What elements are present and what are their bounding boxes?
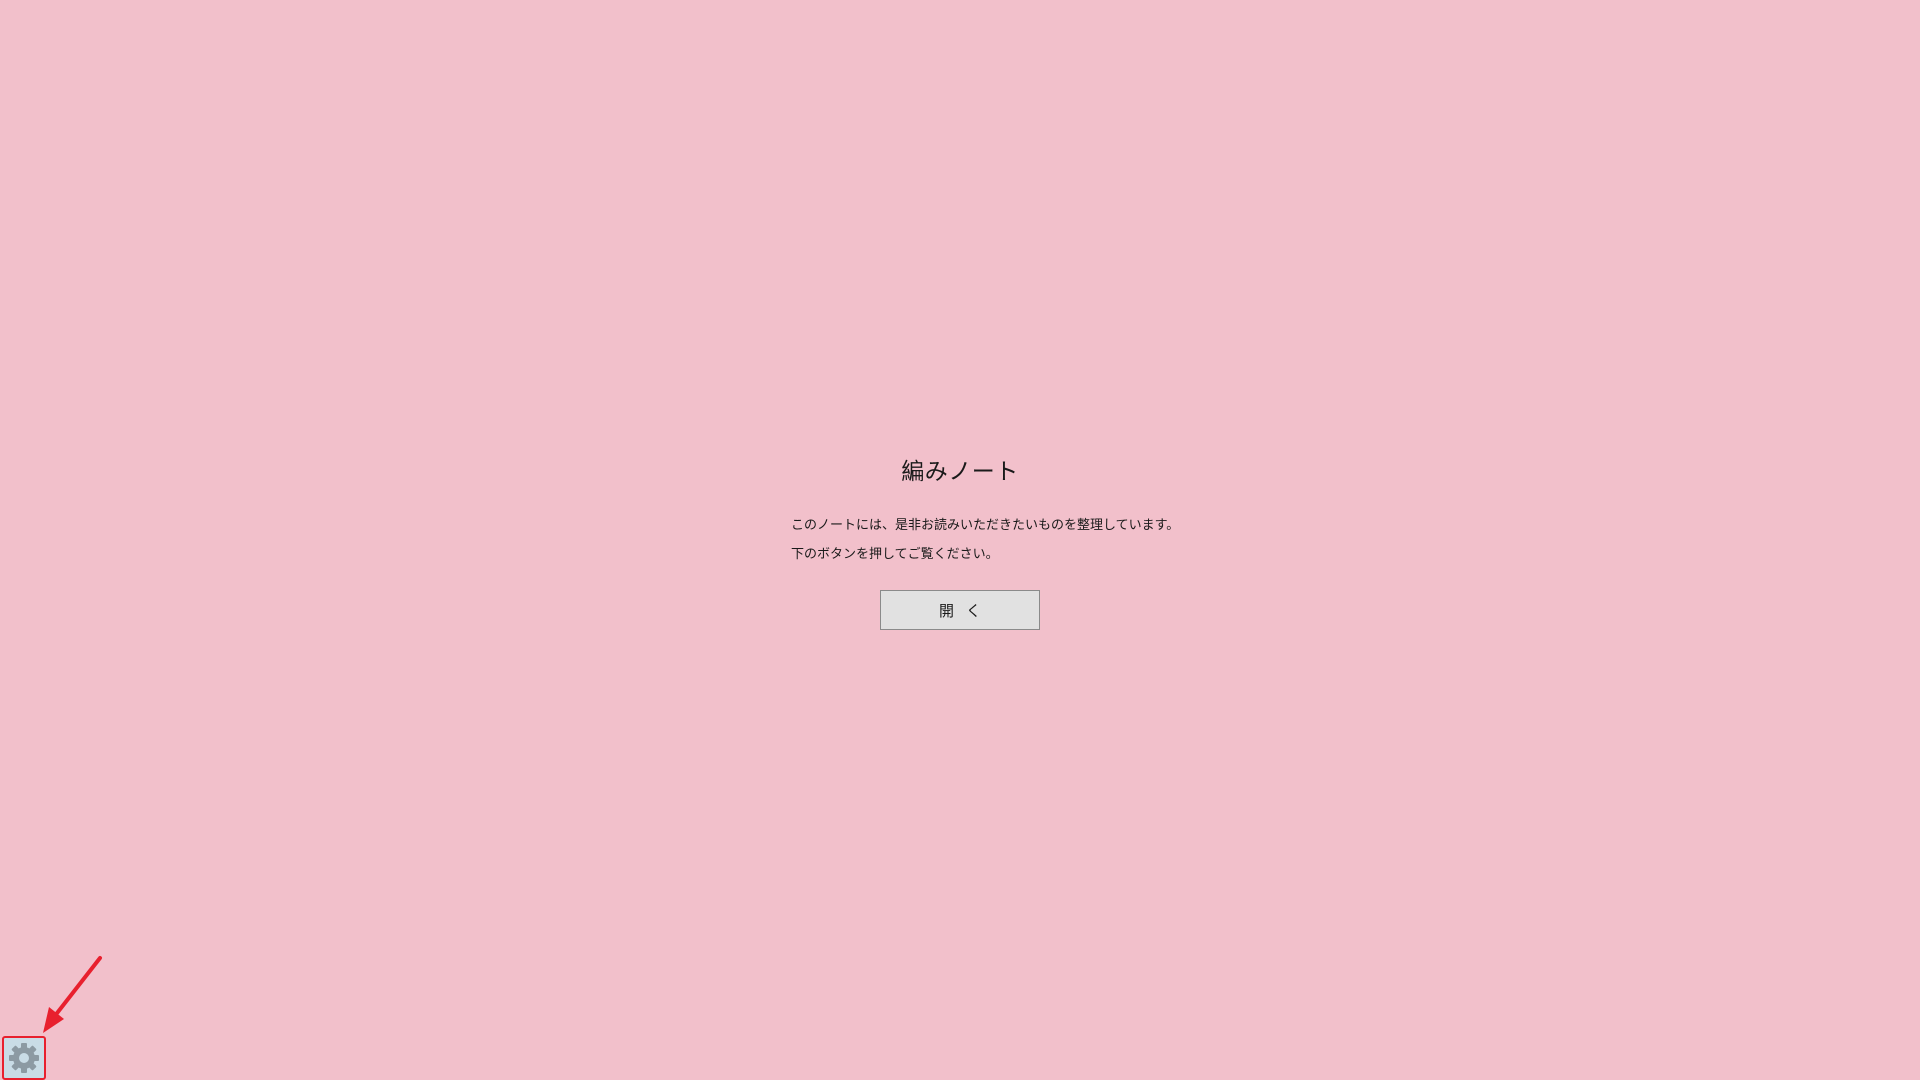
description-line-2: 下のボタンを押してご覧ください。 xyxy=(791,547,999,562)
settings-button[interactable] xyxy=(2,1036,46,1080)
description-line-1: このノートには、是非お読みいただきたいものを整理しています。 xyxy=(791,518,1180,533)
main-panel: 編みノート このノートには、是非お読みいただきたいものを整理しています。 下のボ… xyxy=(0,0,1920,1080)
gear-icon xyxy=(4,1038,44,1078)
open-button[interactable]: 開く xyxy=(880,590,1040,630)
page-title: 編みノート xyxy=(901,459,1019,485)
